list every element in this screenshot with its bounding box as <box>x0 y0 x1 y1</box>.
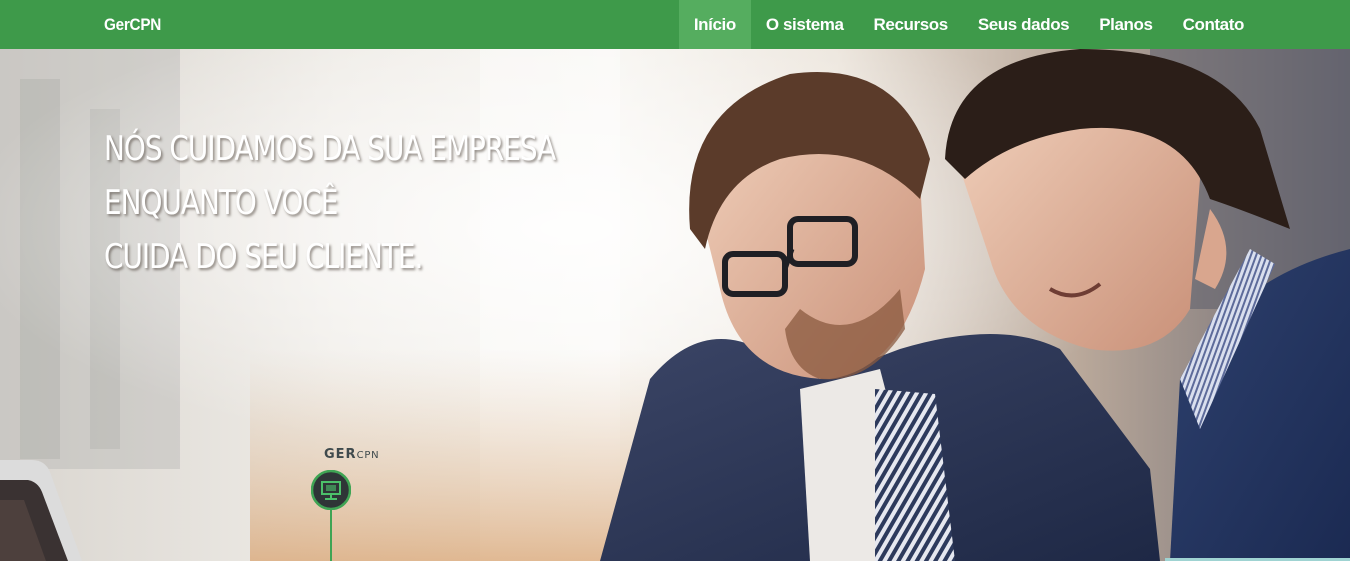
nav-item-o-sistema[interactable]: O sistema <box>751 0 859 49</box>
logo-wordmark: GERCPN <box>324 447 379 462</box>
hero-headline-line-2: enquanto você <box>104 183 338 223</box>
nav-item-contato[interactable]: Contato <box>1168 0 1259 49</box>
nav-item-recursos[interactable]: Recursos <box>859 0 963 49</box>
nav-menu: Início O sistema Recursos Seus dados Pla… <box>678 0 1259 49</box>
logo-word-main: GER <box>324 447 357 462</box>
hero-headline: Nós cuidamos da sua empresa enquanto voc… <box>104 122 556 284</box>
top-navbar: GerCPN Início O sistema Recursos Seus da… <box>0 0 1350 49</box>
nav-item-seus-dados[interactable]: Seus dados <box>963 0 1084 49</box>
hero-headline-line-3: cuida do seu cliente. <box>104 237 423 277</box>
nav-item-inicio[interactable]: Início <box>678 0 751 49</box>
logo-connector-line <box>330 510 332 561</box>
hero-headline-line-1: Nós cuidamos da sua empresa <box>104 129 556 169</box>
hero-section: Nós cuidamos da sua empresa enquanto voc… <box>0 49 1350 561</box>
nav-item-planos[interactable]: Planos <box>1084 0 1167 49</box>
monitor-icon <box>311 470 351 510</box>
gercpn-logo: GERCPN <box>292 434 422 561</box>
laptop-image <box>0 460 82 561</box>
logo-word-small: CPN <box>356 450 380 461</box>
brand-link[interactable]: GerCPN <box>104 0 161 49</box>
